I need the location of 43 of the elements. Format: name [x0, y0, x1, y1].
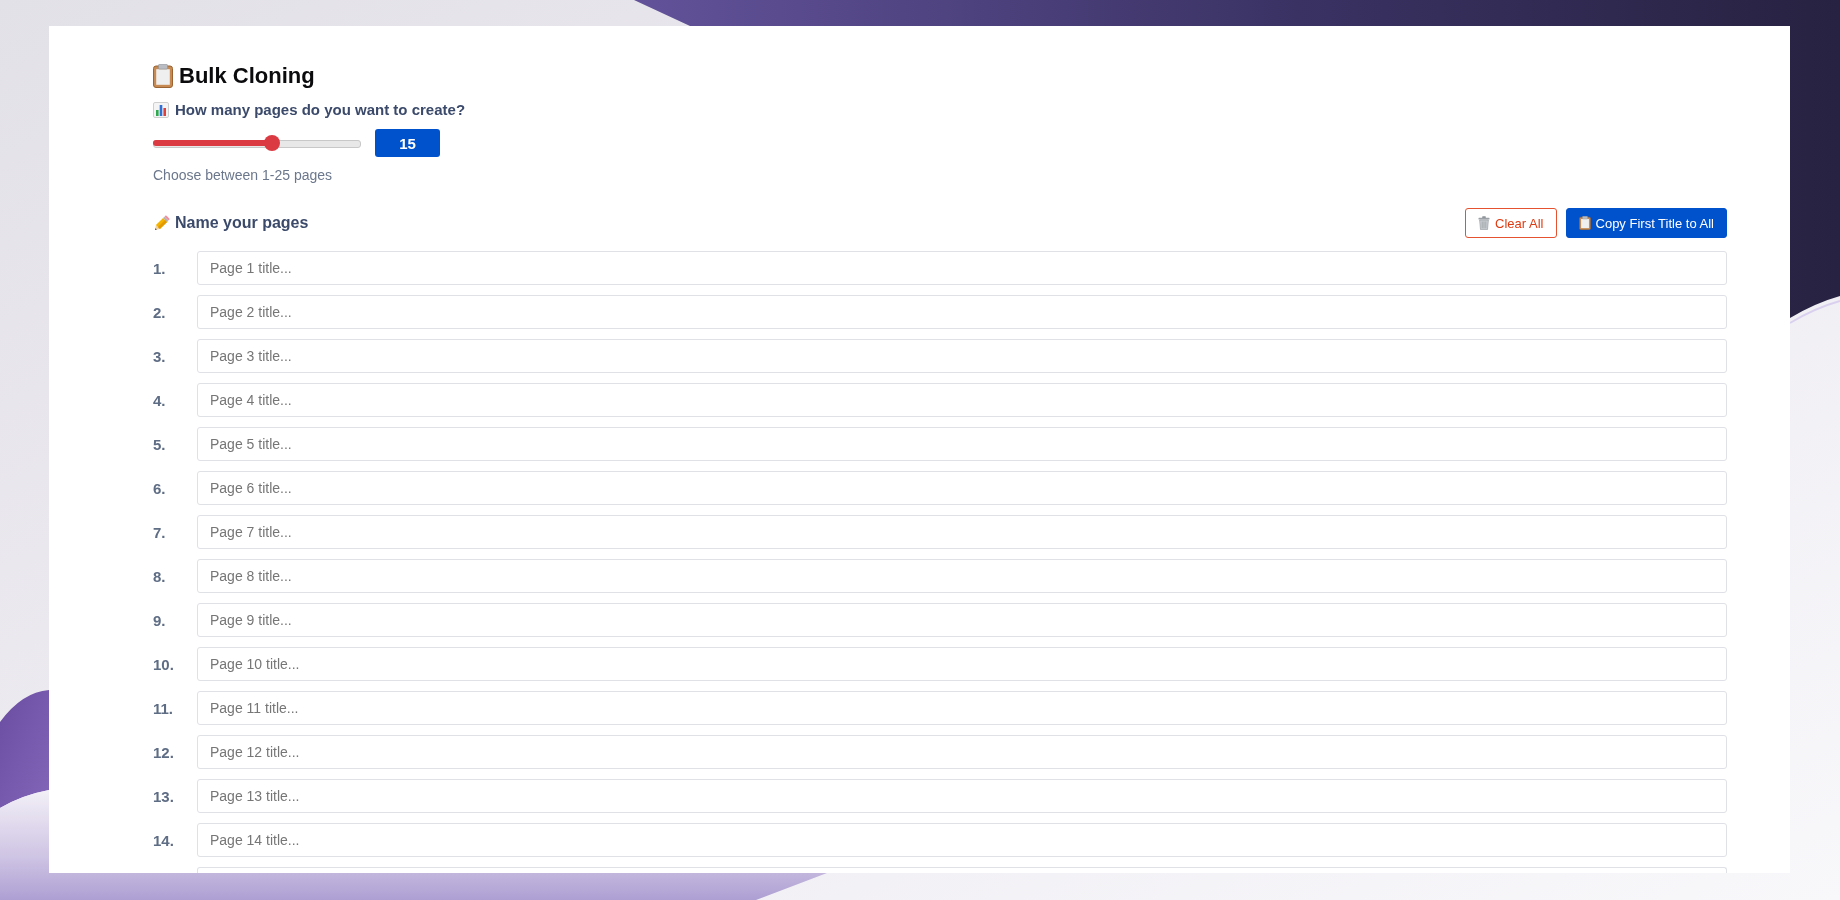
copy-title-button[interactable]: Copy First Title to All: [1565, 208, 1727, 238]
section-heading: Name your pages: [175, 213, 309, 233]
page-title-input[interactable]: Page 13 title...: [197, 779, 1727, 813]
bar-chart-icon: [153, 102, 169, 118]
row-number: 12.: [153, 743, 174, 761]
row-number: 9.: [153, 611, 166, 629]
row-number: 14.: [153, 831, 174, 849]
row-number: 2.: [153, 303, 166, 321]
page-title-input[interactable]: Page 14 title...: [197, 823, 1727, 857]
page-title-input[interactable]: Page 10 title...: [197, 647, 1727, 681]
row-number: 8.: [153, 567, 166, 585]
clipboard-icon: [153, 64, 173, 88]
page-title-input[interactable]: Page 2 title...: [197, 295, 1727, 329]
row-number: 1.: [153, 259, 166, 277]
row-number: 3.: [153, 347, 166, 365]
page-title-input[interactable]: Page 8 title...: [197, 559, 1727, 593]
row-number: 4.: [153, 391, 166, 409]
page-title-input[interactable]: Page 4 title...: [197, 383, 1727, 417]
page-title-input[interactable]: Page 7 title...: [197, 515, 1727, 549]
page-title-input[interactable]: Page 11 title...: [197, 691, 1727, 725]
page-title-input[interactable]: [197, 867, 1727, 873]
page-title: Bulk Cloning: [179, 62, 315, 90]
slider-thumb[interactable]: [264, 135, 281, 151]
page-count-question: How many pages do you want to create?: [175, 100, 466, 120]
page-count-value: 15: [375, 129, 440, 157]
row-number: 10.: [153, 655, 174, 673]
row-number: 11.: [153, 699, 174, 717]
page-title-input[interactable]: Page 3 title...: [197, 339, 1727, 373]
pencil-icon: [153, 214, 170, 232]
row-number: 13.: [153, 787, 174, 805]
page-count-slider[interactable]: [153, 135, 361, 151]
row-number: 6.: [153, 479, 166, 497]
row-number: 5.: [153, 435, 166, 453]
row-number: 7.: [153, 523, 166, 541]
clear-button[interactable]: Clear All: [1465, 208, 1557, 238]
page-title-input[interactable]: Page 6 title...: [197, 471, 1727, 505]
trash-icon: [1478, 216, 1491, 230]
page-title-input[interactable]: Page 5 title...: [197, 427, 1727, 461]
page-title-input[interactable]: Page 12 title...: [197, 735, 1727, 769]
page-title-input[interactable]: Page 1 title...: [197, 251, 1727, 285]
clipboard-icon: [1578, 216, 1591, 230]
page-count-hint: Choose between 1-25 pages: [153, 166, 333, 184]
page-title-input[interactable]: Page 9 title...: [197, 603, 1727, 637]
